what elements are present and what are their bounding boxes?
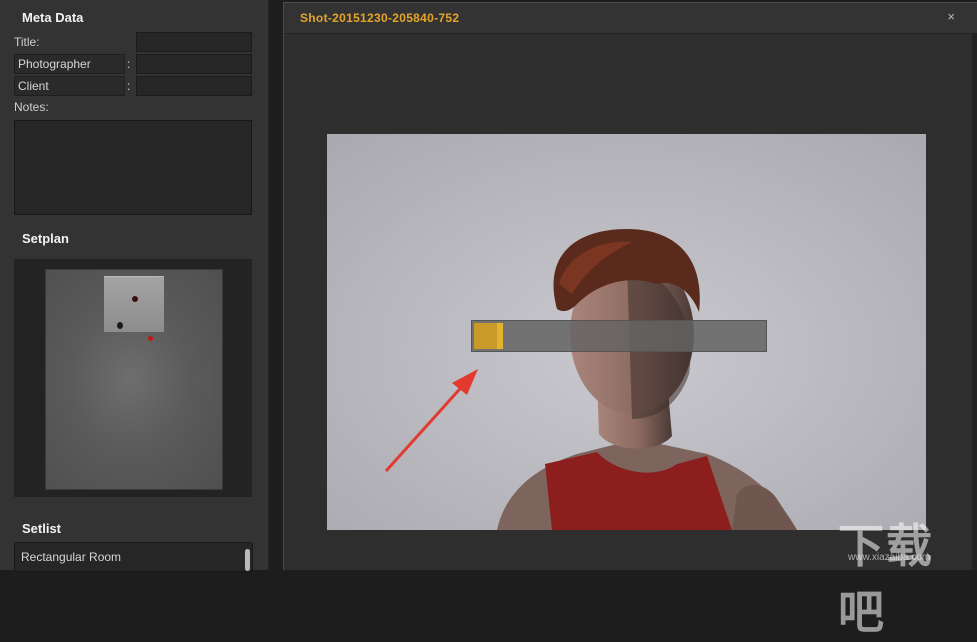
photographer-label: Photographer (14, 54, 125, 74)
client-colon: : (127, 79, 131, 93)
render-progress-bar (471, 320, 767, 352)
notes-label: Notes: (14, 100, 49, 114)
setplan-heading: Setplan (22, 231, 69, 246)
light-marker-icon[interactable] (148, 336, 153, 341)
photographer-field[interactable] (136, 54, 252, 74)
dialog-title: Shot-20151230-205840-752 (300, 11, 460, 25)
render-preview (327, 134, 926, 530)
notes-textarea[interactable] (14, 120, 252, 215)
title-field[interactable] (136, 32, 252, 52)
watermark-url: www.xiazaiba.com (848, 552, 931, 563)
shot-dialog: Shot-20151230-205840-752 × (283, 2, 977, 570)
model-marker-icon[interactable] (132, 296, 138, 302)
close-icon[interactable]: × (947, 9, 955, 24)
title-label: Title: (14, 35, 40, 49)
watermark-logo: 下载吧 (838, 520, 934, 638)
left-panel: Meta Data Title: Photographer : Client :… (0, 0, 269, 572)
dialog-title-bar[interactable]: Shot-20151230-205840-752 × (284, 3, 977, 34)
client-field[interactable] (136, 76, 252, 96)
client-label: Client (14, 76, 125, 96)
setlist-scrollbar[interactable] (245, 549, 250, 571)
setplan-viewport[interactable] (14, 259, 252, 497)
meta-data-heading: Meta Data (22, 10, 84, 25)
dialog-edge (972, 34, 977, 570)
setplan-room (104, 276, 164, 332)
setplan-floor (45, 269, 223, 490)
setlist-item[interactable]: Rectangular Room (14, 542, 253, 572)
setlist-item-label: Rectangular Room (21, 550, 122, 564)
render-progress-fill-edge (497, 323, 503, 349)
photographer-colon: : (127, 57, 131, 71)
setlist-heading: Setlist (22, 521, 62, 536)
camera-marker-icon[interactable] (117, 322, 123, 329)
